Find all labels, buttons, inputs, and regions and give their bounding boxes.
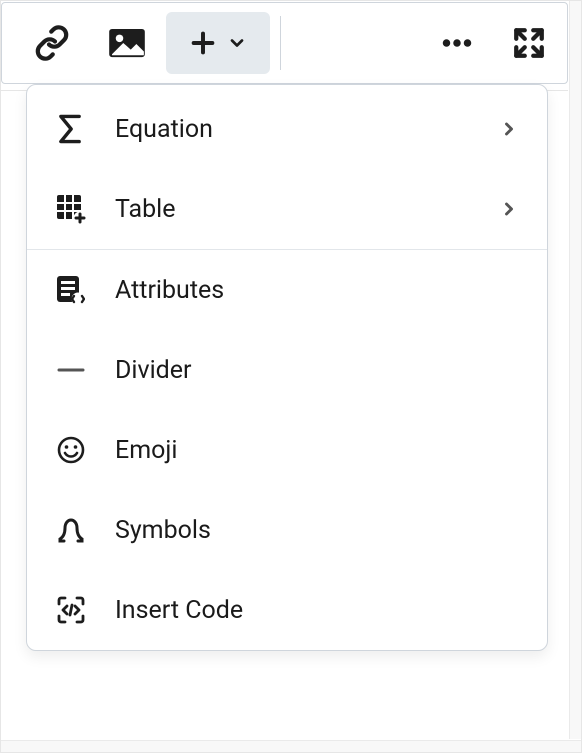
dropdown-item-label: Insert Code [99, 596, 521, 625]
dropdown-item-label: Symbols [99, 516, 521, 545]
toolbar-image-button[interactable] [88, 12, 166, 74]
code-brackets-icon [55, 594, 99, 626]
more-icon [439, 25, 475, 61]
insert-dropdown: Equation Table [26, 84, 548, 651]
dropdown-item-attributes[interactable]: Attributes [27, 250, 547, 330]
fullscreen-icon [512, 26, 546, 60]
plus-icon [189, 29, 217, 57]
dropdown-item-divider[interactable]: Divider [27, 330, 547, 410]
divider-icon [55, 354, 99, 386]
table-plus-icon [55, 193, 99, 225]
toolbar-separator [280, 16, 281, 70]
dropdown-item-label: Attributes [99, 276, 521, 305]
toolbar-fullscreen-button[interactable] [493, 12, 565, 74]
dropdown-item-equation[interactable]: Equation [27, 85, 547, 169]
chevron-right-icon [497, 119, 521, 139]
editor-toolbar [1, 2, 568, 84]
dropdown-item-label: Emoji [99, 436, 521, 465]
dropdown-item-label: Table [99, 195, 497, 224]
toolbar-row [2, 10, 567, 76]
dropdown-item-symbols[interactable]: Symbols [27, 490, 547, 570]
image-icon [108, 28, 146, 58]
sigma-icon [55, 113, 99, 145]
scrollbar-horizontal[interactable] [1, 740, 581, 752]
emoji-icon [55, 434, 99, 466]
dropdown-item-label: Divider [99, 356, 521, 385]
toolbar-link-button[interactable] [16, 12, 88, 74]
dropdown-item-emoji[interactable]: Emoji [27, 410, 547, 490]
dropdown-item-table[interactable]: Table [27, 169, 547, 249]
chevron-right-icon [497, 199, 521, 219]
chevron-down-icon [227, 33, 247, 53]
scrollbar-vertical[interactable] [569, 1, 581, 739]
toolbar-insert-button[interactable] [166, 12, 270, 74]
attributes-icon [55, 274, 99, 306]
omega-icon [55, 514, 99, 546]
dropdown-item-insert-code[interactable]: Insert Code [27, 570, 547, 650]
link-icon [34, 25, 70, 61]
toolbar-more-button[interactable] [421, 12, 493, 74]
dropdown-item-label: Equation [99, 115, 497, 144]
